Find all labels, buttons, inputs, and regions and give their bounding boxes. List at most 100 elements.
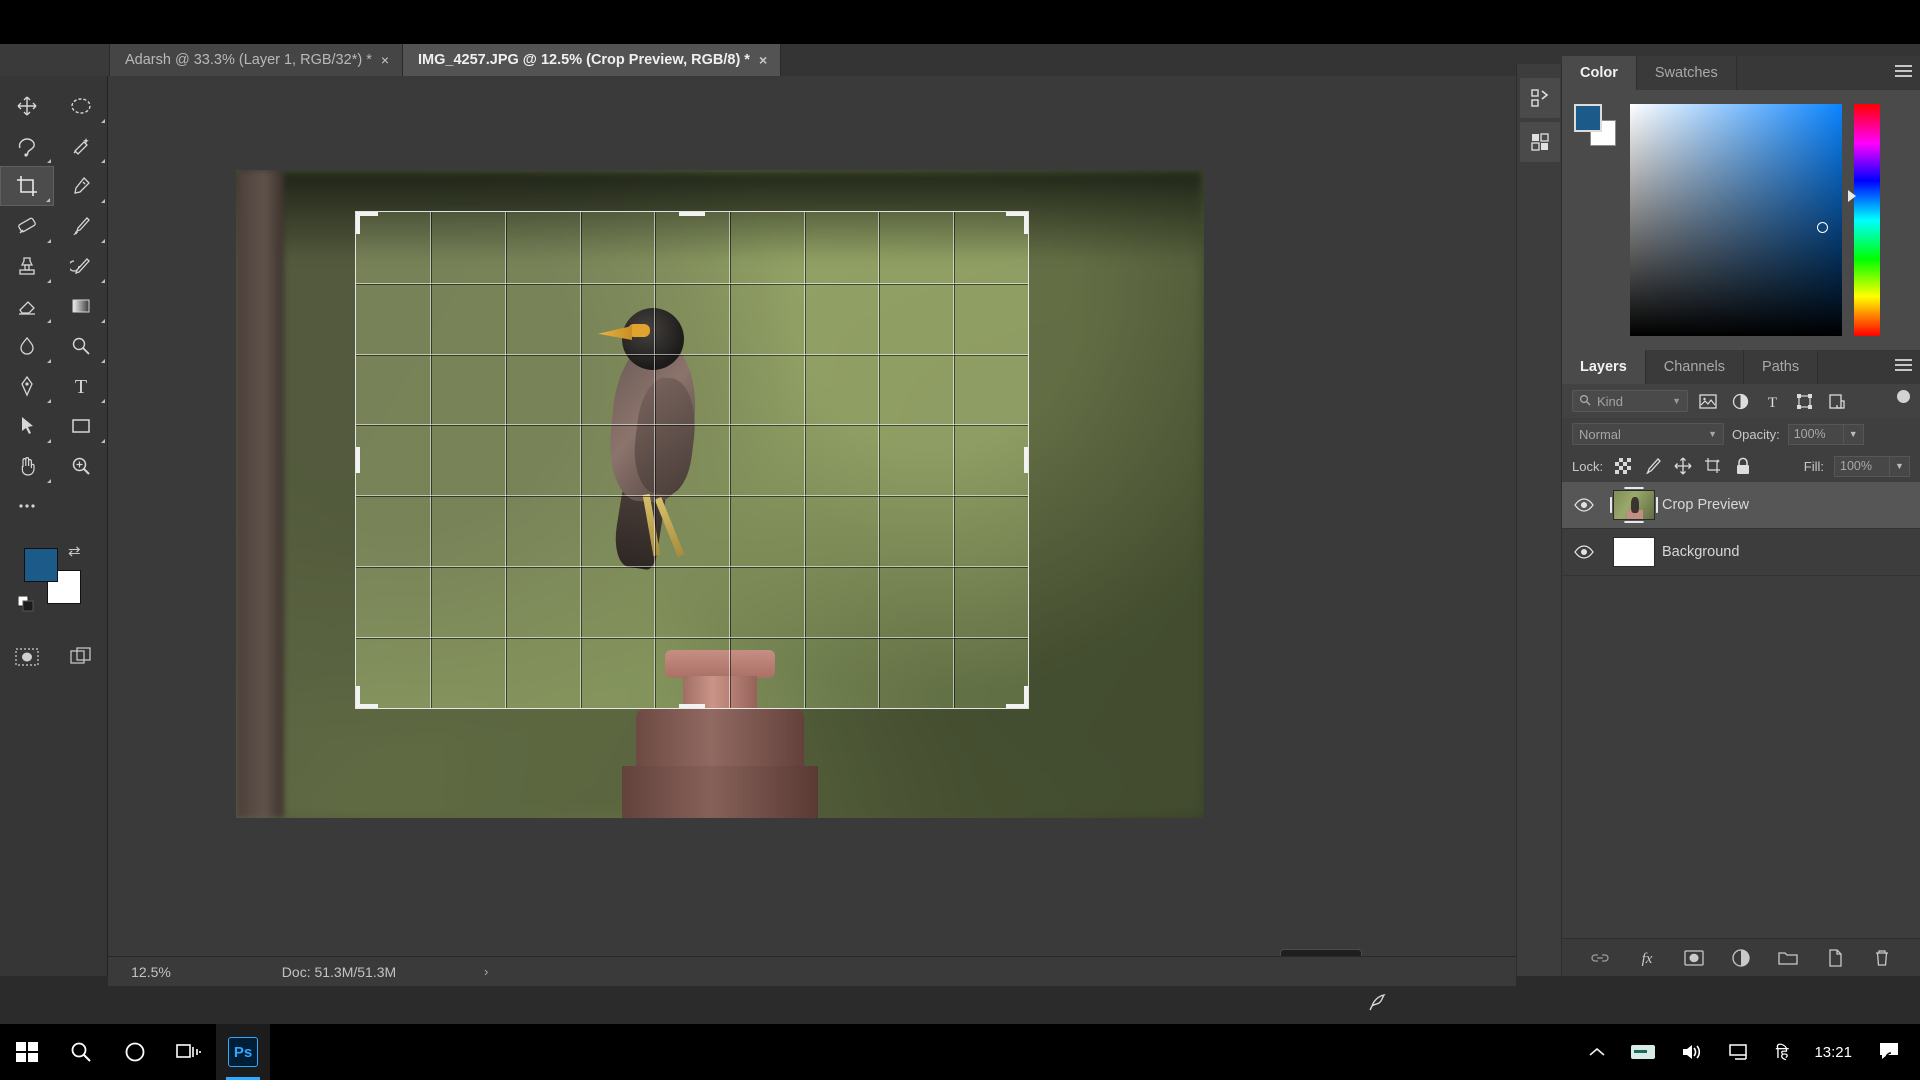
layer-visibility-toggle[interactable] — [1562, 545, 1606, 559]
ime-icon[interactable] — [1618, 1024, 1668, 1080]
search-icon[interactable] — [54, 1024, 108, 1080]
hand-tool[interactable] — [0, 446, 54, 486]
lock-artboard-nesting-icon[interactable] — [1703, 456, 1723, 476]
edit-toolbar-tool[interactable] — [0, 486, 54, 526]
gradient-tool[interactable] — [54, 286, 108, 326]
network-icon[interactable] — [1716, 1024, 1764, 1080]
task-view-icon[interactable] — [162, 1024, 216, 1080]
opacity-chevron-down-icon[interactable]: ▼ — [1843, 423, 1864, 445]
opacity-input[interactable]: 100% — [1787, 423, 1844, 445]
new-group-button[interactable] — [1774, 944, 1802, 972]
crop-tool[interactable] — [0, 166, 54, 206]
layer-name[interactable]: Crop Preview — [1662, 497, 1749, 513]
eraser-tool[interactable] — [0, 286, 54, 326]
pen-tool[interactable] — [0, 366, 54, 406]
crop-handle-top-right[interactable] — [1006, 212, 1028, 216]
panel-menu-icon[interactable] — [1895, 359, 1912, 374]
lock-transparent-pixels-icon[interactable] — [1613, 456, 1633, 476]
taskbar-clock[interactable]: 13:21 — [1800, 1044, 1866, 1061]
status-doc-size[interactable]: Doc: 51.3M/51.3M — [194, 964, 484, 980]
blur-tool[interactable] — [0, 326, 54, 366]
document-tab-adarsh[interactable]: Adarsh @ 33.3% (Layer 1, RGB/32*) * × — [110, 44, 404, 76]
type-tool[interactable]: T — [54, 366, 108, 406]
layer-name[interactable]: Background — [1662, 544, 1739, 560]
fill-input[interactable]: 100% — [1834, 455, 1890, 477]
adjustments-rail-button[interactable] — [1520, 122, 1560, 162]
layer-style-button[interactable]: fx — [1633, 944, 1661, 972]
color-picker-field[interactable] — [1630, 104, 1842, 336]
fill-chevron-down-icon[interactable]: ▼ — [1890, 455, 1910, 477]
history-brush-tool[interactable] — [54, 246, 108, 286]
layer-row-background[interactable]: Background — [1562, 529, 1920, 576]
zoom-tool[interactable] — [54, 446, 108, 486]
document-tab-img4257[interactable]: IMG_4257.JPG @ 12.5% (Crop Preview, RGB/… — [403, 44, 782, 76]
status-zoom-level[interactable]: 12.5% — [108, 964, 194, 980]
language-indicator[interactable]: हि — [1764, 1024, 1801, 1080]
show-hidden-icons-button[interactable] — [1576, 1024, 1618, 1080]
crop-overlay-box[interactable] — [355, 211, 1029, 709]
lasso-tool[interactable] — [0, 126, 54, 166]
action-center-icon[interactable] — [1866, 1024, 1914, 1080]
document-image[interactable] — [236, 170, 1204, 818]
filter-pixel-layers-icon[interactable] — [1696, 390, 1720, 412]
crop-handle-top-left[interactable] — [356, 212, 378, 216]
crop-handle-bottom-right[interactable] — [1006, 704, 1028, 708]
foreground-color-swatch[interactable] — [24, 548, 58, 582]
tab-paths[interactable]: Paths — [1744, 350, 1819, 384]
filter-type-layers-icon[interactable]: T — [1760, 390, 1784, 412]
delete-layer-button[interactable] — [1868, 944, 1896, 972]
crop-handle-bottom-center[interactable] — [679, 704, 705, 708]
quick-selection-tool[interactable] — [54, 126, 108, 166]
layer-row-crop-preview[interactable]: Crop Preview — [1562, 482, 1920, 529]
clone-stamp-tool[interactable] — [0, 246, 54, 286]
crop-handle-middle-left[interactable] — [356, 447, 360, 473]
swap-colors-icon[interactable]: ⇄ — [68, 542, 81, 560]
libraries-rail-button[interactable] — [1520, 78, 1560, 118]
lock-position-icon[interactable] — [1673, 456, 1693, 476]
tab-channels[interactable]: Channels — [1645, 350, 1745, 384]
layer-mask-button[interactable] — [1680, 944, 1708, 972]
eyedropper-tool[interactable] — [54, 166, 108, 206]
screen-mode[interactable] — [54, 640, 108, 674]
cortana-circle-icon[interactable] — [108, 1024, 162, 1080]
taskbar-photoshop-app[interactable]: Ps — [216, 1024, 270, 1080]
panel-menu-icon[interactable] — [1895, 65, 1912, 80]
crop-handle-bottom-left[interactable] — [356, 704, 378, 708]
filter-shape-layers-icon[interactable] — [1792, 390, 1816, 412]
canvas-area[interactable]: ∠ : 0.0° — [108, 76, 1516, 1011]
lock-image-pixels-icon[interactable] — [1643, 456, 1663, 476]
tab-swatches[interactable]: Swatches — [1636, 56, 1737, 90]
new-layer-button[interactable] — [1821, 944, 1849, 972]
rectangle-tool[interactable] — [54, 406, 108, 446]
volume-icon[interactable] — [1668, 1024, 1716, 1080]
hue-slider[interactable] — [1854, 104, 1880, 336]
default-colors-icon[interactable] — [17, 595, 34, 612]
filter-toggle-switch[interactable] — [1896, 390, 1910, 412]
spot-healing-brush-tool[interactable] — [0, 206, 54, 246]
move-tool[interactable] — [0, 86, 54, 126]
layer-visibility-toggle[interactable] — [1562, 498, 1606, 512]
blend-mode-select[interactable]: Normal ▼ — [1572, 423, 1724, 445]
link-layers-button[interactable] — [1586, 944, 1614, 972]
status-expand-arrow[interactable]: › — [484, 964, 488, 979]
foreground-color-chip[interactable] — [1574, 104, 1602, 132]
close-icon[interactable]: × — [759, 53, 767, 67]
new-fill-adjustment-button[interactable] — [1727, 944, 1755, 972]
brush-tool[interactable] — [54, 206, 108, 246]
filter-adjustment-layers-icon[interactable] — [1728, 390, 1752, 412]
path-selection-tool[interactable] — [0, 406, 54, 446]
lock-all-icon[interactable] — [1733, 456, 1753, 476]
filter-smart-object-layers-icon[interactable] — [1824, 390, 1848, 412]
elliptical-marquee-tool[interactable] — [54, 86, 108, 126]
crop-handle-top-center[interactable] — [679, 212, 705, 216]
layer-filter-kind-select[interactable]: Kind ▼ — [1572, 390, 1688, 412]
quick-mask-mode[interactable] — [0, 640, 54, 674]
tool-flyout-indicator — [101, 279, 105, 283]
close-icon[interactable]: × — [381, 53, 389, 67]
dodge-tool[interactable] — [54, 326, 108, 366]
crop-handle-middle-right[interactable] — [1024, 447, 1028, 473]
tab-layers[interactable]: Layers — [1562, 350, 1646, 384]
windows-start-icon[interactable] — [0, 1024, 54, 1080]
chevron-down-icon: ▼ — [1708, 429, 1717, 439]
tab-color[interactable]: Color — [1562, 56, 1637, 90]
